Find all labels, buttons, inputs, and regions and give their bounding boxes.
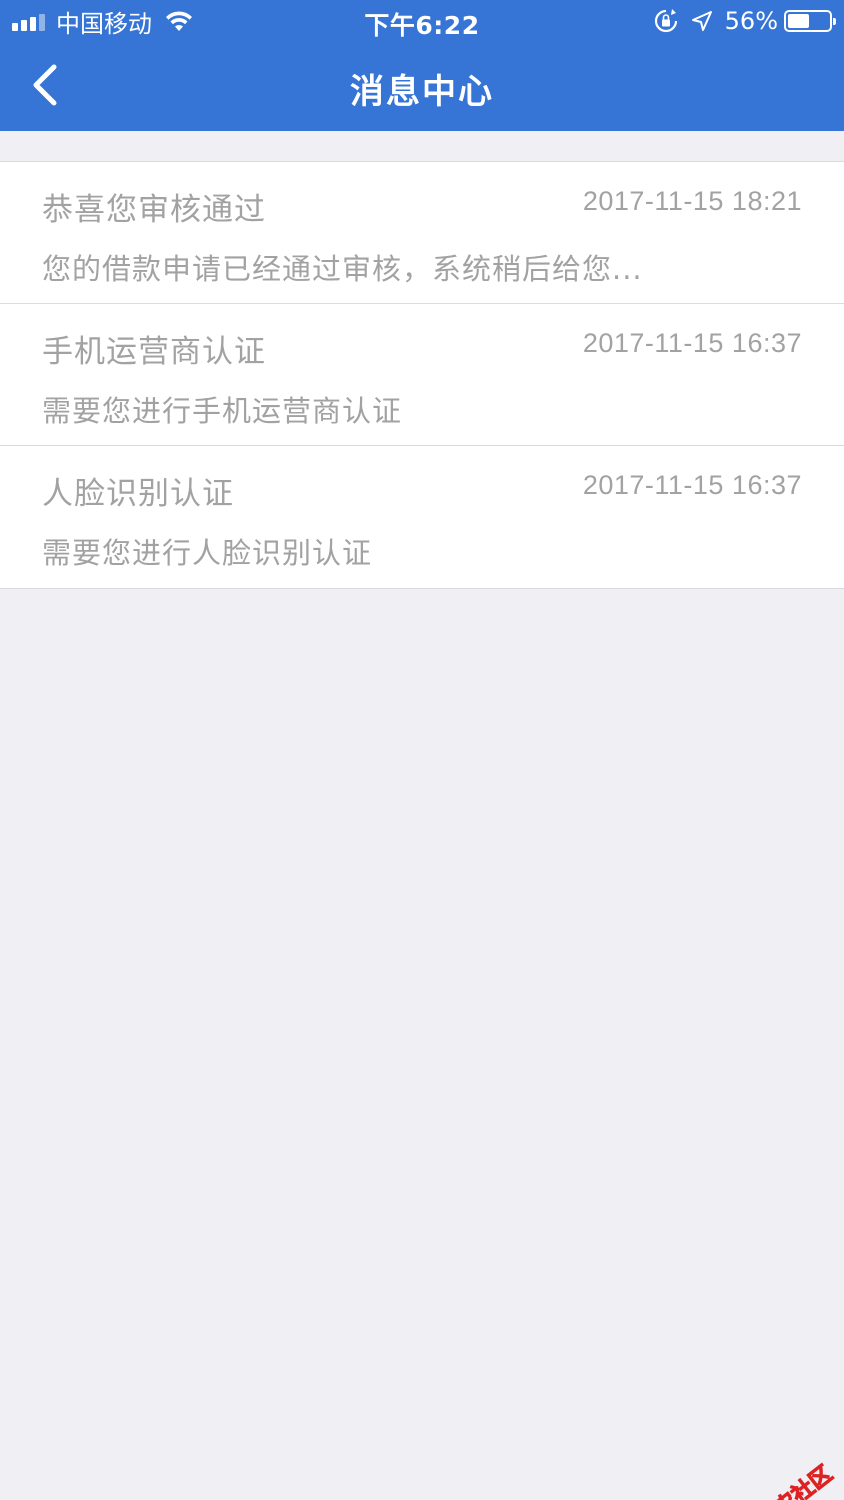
header: 中国移动 下午6:22 56% 消息中心 [0, 0, 844, 131]
message-item[interactable]: 人脸识别认证 2017-11-15 16:37 需要您进行人脸识别认证 [0, 446, 844, 588]
message-title: 恭喜您审核通过 [42, 192, 266, 228]
battery-fill [788, 14, 809, 28]
message-title: 手机运营商认证 [42, 334, 266, 370]
status-bar: 中国移动 下午6:22 56% [0, 0, 844, 42]
message-preview: 您的借款申请已经通过审核，系统稍后给您... [42, 252, 643, 286]
message-title: 人脸识别认证 [42, 476, 234, 512]
message-preview: 需要您进行人脸识别认证 [42, 536, 373, 570]
status-right: 56% [653, 6, 836, 36]
battery-percent: 56% [724, 7, 778, 35]
message-item[interactable]: 恭喜您审核通过 2017-11-15 18:21 您的借款申请已经通过审核，系统… [0, 162, 844, 304]
watermark: 卡农社区 [724, 1457, 838, 1500]
message-time: 2017-11-15 16:37 [582, 470, 802, 500]
message-preview: 需要您进行手机运营商认证 [42, 394, 403, 428]
message-time: 2017-11-15 18:21 [582, 186, 802, 216]
nav-bar: 消息中心 [0, 42, 844, 131]
rotation-lock-icon [654, 9, 677, 33]
battery-icon [784, 10, 836, 32]
message-item[interactable]: 手机运营商认证 2017-11-15 16:37 需要您进行手机运营商认证 [0, 304, 844, 446]
message-time: 2017-11-15 16:37 [582, 328, 802, 358]
message-list: 恭喜您审核通过 2017-11-15 18:21 您的借款申请已经通过审核，系统… [0, 161, 844, 589]
page-title: 消息中心 [350, 72, 494, 112]
location-icon [691, 11, 712, 31]
watermark-text: 卡农社区 [752, 1461, 838, 1500]
